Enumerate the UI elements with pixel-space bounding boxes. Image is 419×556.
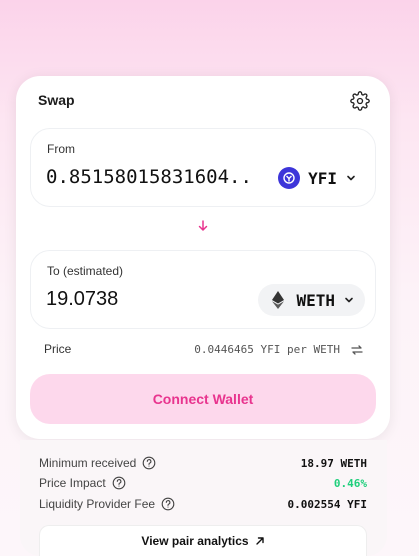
from-label: From (47, 142, 75, 156)
connect-wallet-button[interactable]: Connect Wallet (30, 374, 376, 424)
minimum-received-row: Minimum received 18.97 WETH (39, 456, 367, 472)
minimum-received-label: Minimum received (39, 456, 137, 470)
from-panel: From 0.85158015831604... YFI (30, 128, 376, 207)
swap-card: Swap From 0.85158015831604... YFI To (es… (16, 76, 390, 439)
question-circle-icon[interactable] (161, 497, 175, 511)
from-token-symbol: YFI (308, 168, 337, 188)
trade-details: Minimum received 18.97 WETH Price Impact… (20, 440, 387, 556)
to-token-select[interactable]: WETH (258, 284, 365, 316)
view-pair-analytics-button[interactable]: View pair analytics (39, 525, 367, 556)
to-label: To (estimated) (47, 264, 124, 278)
lp-fee-row: Liquidity Provider Fee 0.002554 YFI (39, 497, 367, 513)
yfi-logo-icon (278, 167, 301, 189)
lp-fee-value: 0.002554 YFI (287, 498, 367, 511)
to-panel: To (estimated) 19.0738 WETH (30, 250, 376, 329)
minimum-received-value: 18.97 WETH (300, 457, 367, 470)
eth-logo-icon (268, 290, 288, 310)
price-label: Price (44, 342, 72, 356)
from-token-select[interactable]: YFI (278, 167, 357, 189)
price-impact-row: Price Impact 0.46% (39, 476, 367, 492)
swap-title: Swap (38, 92, 75, 108)
price-row: Price 0.0446465 YFI per WETH (44, 342, 364, 358)
chevron-down-icon (347, 175, 355, 181)
price-impact-value: 0.46% (333, 477, 367, 490)
question-circle-icon[interactable] (142, 456, 156, 470)
price-value: 0.0446465 YFI per WETH (194, 343, 340, 356)
swap-horizontal-icon[interactable] (350, 343, 364, 357)
from-amount-input[interactable]: 0.85158015831604... (46, 166, 256, 188)
to-token-symbol: WETH (296, 290, 335, 310)
chevron-down-icon (345, 297, 353, 303)
question-circle-icon[interactable] (112, 476, 126, 490)
to-amount-input[interactable]: 19.0738 (46, 288, 256, 311)
analytics-label: View pair analytics (141, 534, 249, 548)
lp-fee-label: Liquidity Provider Fee (39, 497, 156, 511)
arrow-up-right-icon (255, 537, 264, 545)
gear-icon[interactable] (350, 91, 370, 111)
price-impact-label: Price Impact (39, 476, 106, 490)
arrow-down-icon[interactable] (196, 219, 210, 233)
